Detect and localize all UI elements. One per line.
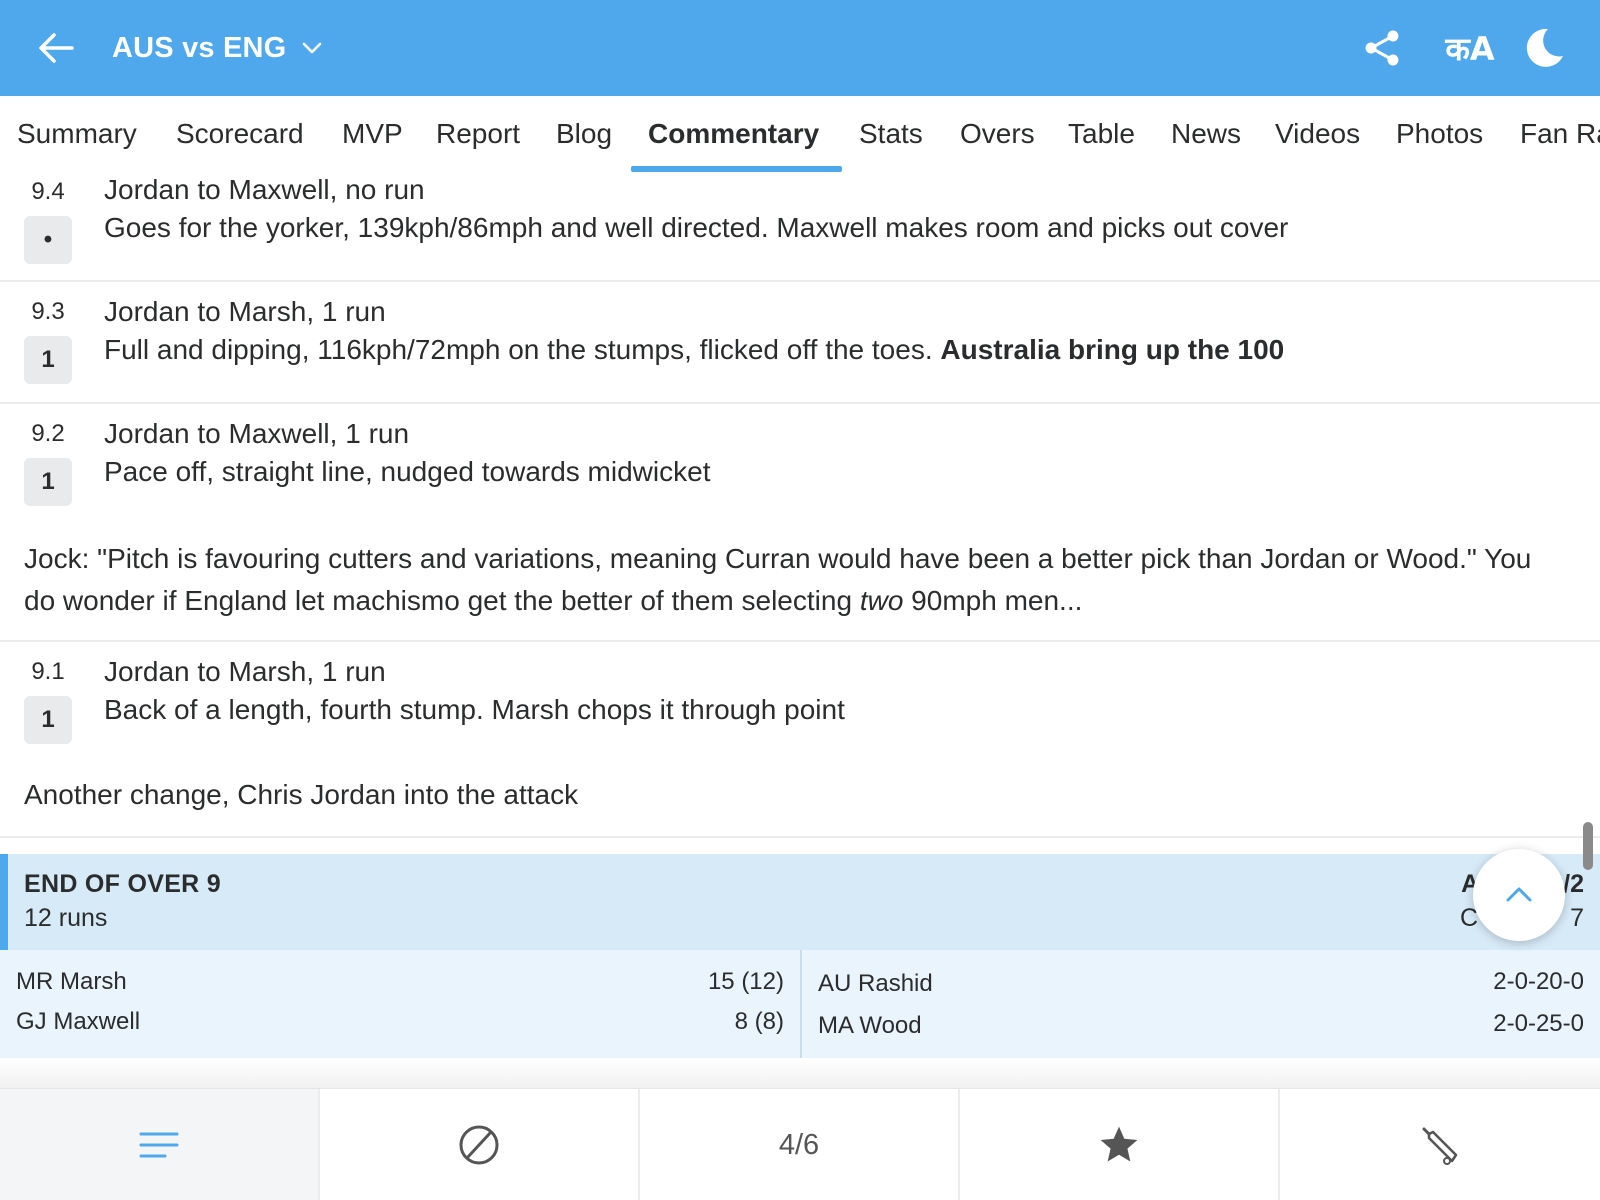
bottom-nav-batting[interactable] xyxy=(1280,1089,1600,1200)
end-of-over-title: END OF OVER 9 xyxy=(24,870,221,898)
ball-result-badge: 1 xyxy=(24,336,72,384)
tab-mvp[interactable]: MVP xyxy=(342,118,403,150)
batter-score: 8 (8) xyxy=(734,1008,784,1035)
commentary-text-highlight: Australia bring up the 100 xyxy=(940,334,1285,365)
tab-report[interactable]: Report xyxy=(436,118,520,150)
end-of-over-runs: 12 runs xyxy=(24,904,108,932)
end-of-over-players: MR Marsh 15 (12) GJ Maxwell 8 (8) AU Ras… xyxy=(0,950,1600,1058)
chevron-down-icon xyxy=(303,42,322,54)
match-selector[interactable]: AUS vs ENG xyxy=(112,0,324,96)
tab-photos[interactable]: Photos xyxy=(1396,118,1483,150)
tab-videos[interactable]: Videos xyxy=(1275,118,1360,150)
commentary-title: Jordan to Maxwell, no run xyxy=(104,174,425,205)
bowler-figures: 2-0-20-0 xyxy=(1493,968,1584,995)
score-end: /2 xyxy=(1563,870,1584,898)
commentary-text: Full and dipping, 116kph/72mph on the st… xyxy=(104,334,1284,366)
commentary-text-plain: Full and dipping, 116kph/72mph on the st… xyxy=(104,334,933,365)
tab-commentary[interactable]: Commentary xyxy=(648,118,819,150)
commentary-item: 9.4 • Jordan to Maxwell, no run Goes for… xyxy=(0,174,1600,282)
commentary-item: 9.2 1 Jordan to Maxwell, 1 run Pace off,… xyxy=(0,404,1600,642)
over-number: 9.4 xyxy=(31,178,65,205)
batter-name: GJ Maxwell xyxy=(16,1008,141,1035)
tab-overs[interactable]: Overs xyxy=(960,118,1035,150)
tab-blog[interactable]: Blog xyxy=(556,118,612,150)
menu-lines-icon xyxy=(139,1132,179,1158)
note-text: Jock: "Pitch is favouring cutters and va… xyxy=(24,543,1532,616)
commentary-title: Jordan to Marsh, 1 run xyxy=(104,656,386,687)
commentary-title: Jordan to Marsh, 1 run xyxy=(104,296,386,327)
bottom-nav-pager[interactable]: 4/6 xyxy=(640,1089,960,1200)
scrollbar-thumb[interactable] xyxy=(1583,822,1593,870)
language-icon[interactable]: कA xyxy=(1434,24,1506,72)
star-icon xyxy=(1100,1126,1138,1162)
note-text-end: 90mph men... xyxy=(911,585,1083,616)
bowler-name: AU Rashid xyxy=(818,970,933,997)
app-bar: AUS vs ENG कA xyxy=(0,0,1600,96)
over-number: 9.1 xyxy=(31,658,65,685)
commentary-text: Goes for the yorker, 139kph/86mph and we… xyxy=(104,212,1289,243)
batter-score: 15 (12) xyxy=(707,968,784,995)
ball-result-badge: 1 xyxy=(24,458,72,506)
ball-result-badge: • xyxy=(24,216,72,264)
tab-stats[interactable]: Stats xyxy=(859,118,923,150)
bottom-nav: 4/6 xyxy=(0,1088,1600,1200)
over-number: 9.3 xyxy=(31,298,65,325)
note-emphasis: two xyxy=(859,585,904,616)
bottom-nav-ball[interactable] xyxy=(320,1089,640,1200)
back-arrow-icon[interactable] xyxy=(36,28,76,68)
share-icon[interactable] xyxy=(1358,24,1406,72)
dark-mode-moon-icon[interactable] xyxy=(1520,24,1568,72)
tab-scorecard[interactable]: Scorecard xyxy=(176,118,304,150)
over-number: 9.2 xyxy=(31,420,65,447)
active-tab-indicator xyxy=(631,166,842,172)
match-title: AUS vs ENG xyxy=(112,31,287,64)
ball-result-badge: 1 xyxy=(24,696,72,744)
bowler-figures: 2-0-25-0 xyxy=(1493,1010,1584,1037)
commentary-note: Jock: "Pitch is favouring cutters and va… xyxy=(24,538,1560,622)
commentary-list: 9.4 • Jordan to Maxwell, no run Goes for… xyxy=(0,174,1600,838)
end-of-over-header: END OF OVER 9 12 runs A/2 C7 xyxy=(0,854,1600,950)
commentary-item: 9.1 1 Jordan to Marsh, 1 run Back of a l… xyxy=(0,642,1600,838)
scroll-to-top-button[interactable] xyxy=(1473,849,1565,941)
divider xyxy=(800,950,802,1058)
chevron-up-icon xyxy=(1506,887,1532,902)
tab-fan-ratings[interactable]: Fan Ra xyxy=(1520,118,1600,150)
tab-summary[interactable]: Summary xyxy=(17,118,137,150)
tab-news[interactable]: News xyxy=(1171,118,1241,150)
bottom-nav-shadow xyxy=(0,1058,1600,1088)
tab-table[interactable]: Table xyxy=(1068,118,1135,150)
cricket-ball-icon xyxy=(459,1125,499,1165)
bottom-nav-favourites[interactable] xyxy=(960,1089,1280,1200)
commentary-item: 9.3 1 Jordan to Marsh, 1 run Full and di… xyxy=(0,282,1600,404)
bowler-name: MA Wood xyxy=(818,1012,922,1039)
tab-bar: Summary Scorecard MVP Report Blog Commen… xyxy=(0,96,1600,174)
commentary-note: Another change, Chris Jordan into the at… xyxy=(24,779,579,810)
pager-indicator: 4/6 xyxy=(778,1128,820,1161)
commentary-title: Jordan to Maxwell, 1 run xyxy=(104,418,410,449)
batter-name: MR Marsh xyxy=(16,968,127,995)
commentary-text: Back of a length, fourth stump. Marsh ch… xyxy=(104,694,845,725)
rate-end: 7 xyxy=(1570,904,1584,932)
cricket-bat-icon xyxy=(1422,1127,1458,1165)
commentary-text: Pace off, straight line, nudged towards … xyxy=(104,456,711,487)
bottom-nav-commentary[interactable] xyxy=(0,1089,320,1200)
